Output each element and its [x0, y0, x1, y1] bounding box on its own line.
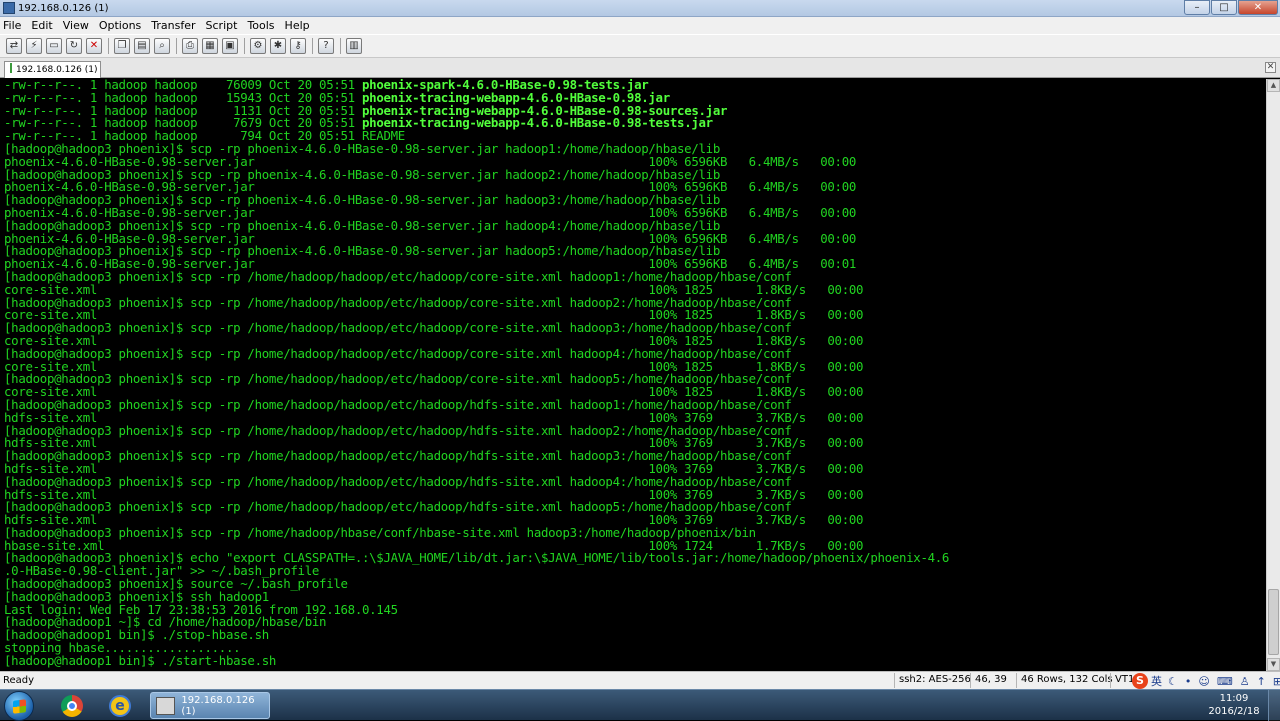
- menu-view[interactable]: View: [63, 19, 89, 32]
- sftp-icon[interactable]: ▥: [346, 38, 362, 54]
- terminal-line: [hadoop@hadoop1 bin]$ ./start-hbase.sh: [4, 652, 1266, 668]
- up-arrow-icon[interactable]: ↑: [1257, 675, 1266, 688]
- global-options-icon[interactable]: ✱: [270, 38, 286, 54]
- menu-options[interactable]: Options: [99, 19, 141, 32]
- status-terminal-size: 46 Rows, 132 Cols: [1016, 673, 1113, 688]
- menu-bar: File Edit View Options Transfer Script T…: [0, 17, 1280, 34]
- tab-label: 192.168.0.126 (1): [16, 65, 98, 75]
- terminal-file-highlight: phoenix-tracing-webapp-4.6.0-HBase-0.98-…: [362, 115, 713, 131]
- scroll-down-icon[interactable]: ▼: [1267, 658, 1280, 671]
- menu-edit[interactable]: Edit: [31, 19, 52, 32]
- ime-toolbar: S 英 ☾ • ☺ ⌨ ♙ ↑ ⊞: [1132, 672, 1280, 690]
- toolbar: ⇄ ⚡ ▭ ↻ ✕ ❐ ▤ ⌕ ⎙ ▦ ▣ ⚙ ✱ ⚷ ? ▥: [0, 34, 1280, 58]
- moon-icon[interactable]: ☾: [1168, 675, 1178, 688]
- toolbar-separator: [176, 38, 177, 54]
- minimize-button[interactable]: –: [1184, 0, 1210, 15]
- toolbar-separator: [108, 38, 109, 54]
- quick-connect-icon[interactable]: ⚡: [26, 38, 42, 54]
- terminal-scrollbar[interactable]: ▲ ▼: [1266, 79, 1280, 671]
- session-options-icon[interactable]: ⚙: [250, 38, 266, 54]
- taskbar-internet-explorer[interactable]: e: [103, 693, 137, 719]
- status-ready: Ready: [3, 675, 35, 686]
- help-icon[interactable]: ?: [318, 38, 334, 54]
- scroll-up-icon[interactable]: ▲: [1267, 79, 1280, 92]
- status-cipher: ssh2: AES-256: [894, 673, 971, 688]
- find-icon[interactable]: ⌕: [154, 38, 170, 54]
- window-title: 192.168.0.126 (1): [18, 2, 109, 14]
- securecrt-icon: [156, 696, 176, 715]
- tab-session-192-168-0-126[interactable]: 192.168.0.126 (1): [4, 61, 101, 78]
- print-preview-icon[interactable]: ▣: [222, 38, 238, 54]
- shirt-icon[interactable]: ♙: [1240, 675, 1250, 688]
- keymap-icon[interactable]: ⚷: [290, 38, 306, 54]
- internet-explorer-icon: e: [109, 695, 131, 717]
- windows-logo-icon: [13, 699, 26, 714]
- show-desktop-button[interactable]: [1268, 690, 1280, 721]
- copy-icon[interactable]: ❐: [114, 38, 130, 54]
- clock-time: 11:09: [1219, 693, 1249, 704]
- smile-icon[interactable]: ☺: [1198, 675, 1209, 688]
- print-setup-icon[interactable]: ▦: [202, 38, 218, 54]
- connect-icon[interactable]: ⇄: [6, 38, 22, 54]
- session-tab-strip: 192.168.0.126 (1) ✕: [0, 58, 1280, 78]
- close-button[interactable]: ✕: [1238, 0, 1278, 15]
- taskbar-window-label: 192.168.0.126 (1): [181, 694, 255, 717]
- toolbar-separator: [244, 38, 245, 54]
- start-button[interactable]: [4, 691, 34, 721]
- menu-script[interactable]: Script: [206, 19, 238, 32]
- scrollbar-thumb[interactable]: [1268, 589, 1279, 655]
- dot-icon[interactable]: •: [1185, 675, 1192, 688]
- title-bar: 192.168.0.126 (1) – □ ✕: [0, 0, 1280, 17]
- close-tab-icon[interactable]: ✕: [1265, 62, 1276, 73]
- terminal-output[interactable]: -rw-r--r--. 1 hadoop hadoop 76009 Oct 20…: [0, 79, 1266, 671]
- disconnect-icon[interactable]: ✕: [86, 38, 102, 54]
- securecrt-app-icon[interactable]: [3, 2, 15, 14]
- status-terminal-type: VT1: [1110, 673, 1134, 688]
- grid-icon[interactable]: ⊞: [1273, 675, 1280, 688]
- menu-tools[interactable]: Tools: [247, 19, 274, 32]
- system-clock[interactable]: 11:09 2016/2/18: [1204, 692, 1264, 718]
- status-bar: Ready ssh2: AES-256 46, 39 46 Rows, 132 …: [0, 671, 1280, 689]
- keyboard-icon[interactable]: ⌨: [1217, 675, 1233, 688]
- print-icon[interactable]: ⎙: [182, 38, 198, 54]
- status-cursor-position: 46, 39: [970, 673, 1007, 688]
- ime-language-toggle[interactable]: 英: [1151, 673, 1162, 689]
- menu-file[interactable]: File: [3, 19, 21, 32]
- toolbar-separator: [312, 38, 313, 54]
- sogou-logo-icon[interactable]: S: [1132, 673, 1148, 689]
- clock-date: 2016/2/18: [1208, 706, 1260, 717]
- connect-tab-icon[interactable]: ▭: [46, 38, 62, 54]
- windows-taskbar: e 192.168.0.126 (1) 11:09 2016/2/18: [0, 689, 1280, 721]
- toolbar-separator: [340, 38, 341, 54]
- menu-help[interactable]: Help: [285, 19, 310, 32]
- maximize-button[interactable]: □: [1211, 0, 1237, 15]
- taskbar-chrome[interactable]: [55, 693, 89, 719]
- chrome-icon-center: [67, 701, 77, 711]
- window-controls: – □ ✕: [1183, 0, 1278, 15]
- menu-transfer[interactable]: Transfer: [151, 19, 195, 32]
- connected-status-icon: [10, 63, 12, 73]
- paste-icon[interactable]: ▤: [134, 38, 150, 54]
- terminal-line-text: [hadoop@hadoop1 bin]$ ./start-hbase.sh: [4, 652, 277, 668]
- taskbar-window-securecrt[interactable]: 192.168.0.126 (1): [150, 692, 270, 719]
- reconnect-icon[interactable]: ↻: [66, 38, 82, 54]
